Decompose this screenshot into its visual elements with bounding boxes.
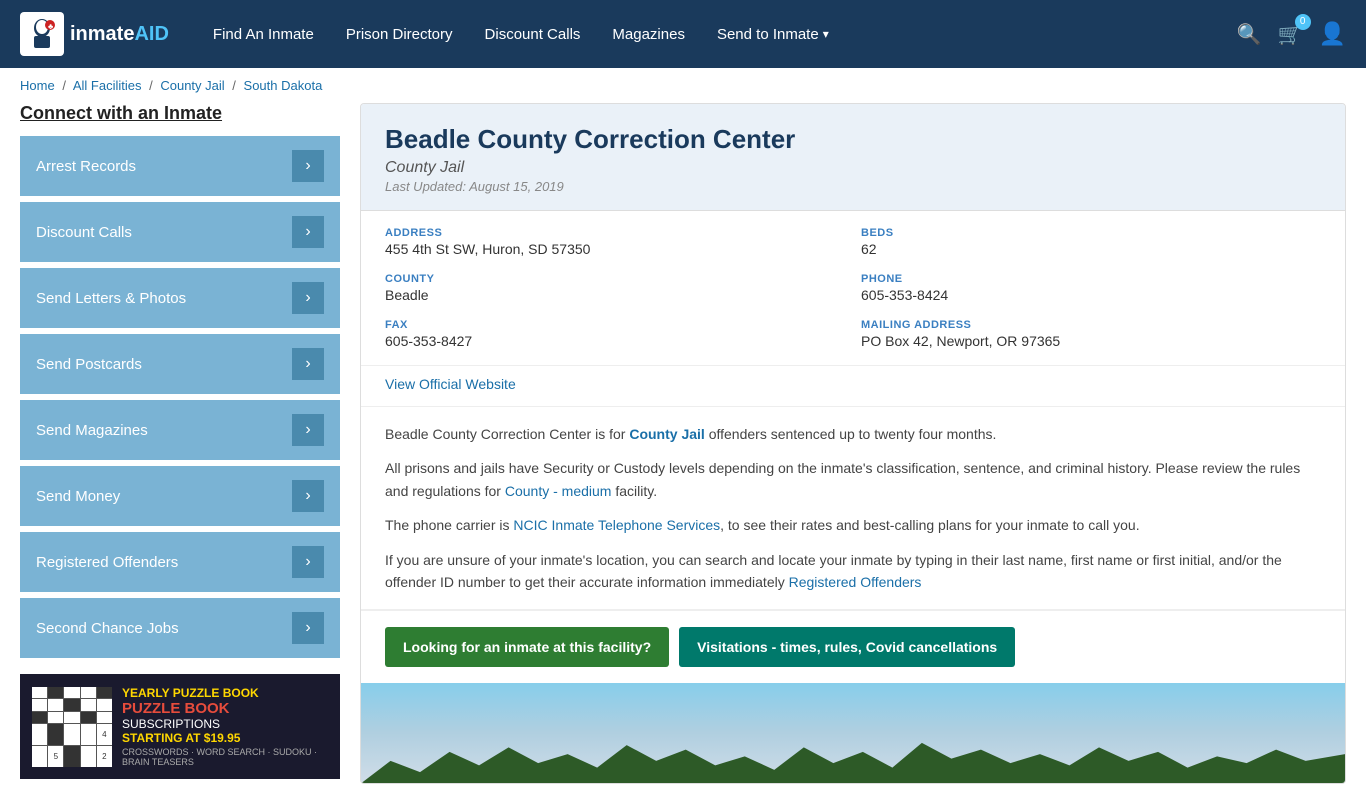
mailing-label: MAILING ADDRESS [861,319,1321,331]
phone-label: PHONE [861,273,1321,285]
nav-discount-calls[interactable]: Discount Calls [471,18,595,51]
arrow-icon: › [292,216,324,248]
main-content: Connect with an Inmate Arrest Records › … [0,103,1366,804]
content-header: Beadle County Correction Center County J… [361,104,1345,211]
logo-icon: ♣ [20,12,64,56]
sidebar-title: Connect with an Inmate [20,103,340,124]
breadcrumb-home[interactable]: Home [20,78,55,93]
desc-para-2: All prisons and jails have Security or C… [385,457,1321,502]
arrow-icon: › [292,348,324,380]
nav-send-to-inmate[interactable]: Send to Inmate ▾ [703,18,843,51]
facility-updated: Last Updated: August 15, 2019 [385,179,1321,194]
mailing-value: PO Box 42, Newport, OR 97365 [861,333,1321,349]
dropdown-arrow-icon: ▾ [823,27,829,41]
desc-para-1: Beadle County Correction Center is for C… [385,423,1321,445]
puzzle-grid: 4 52 [32,687,112,767]
view-website-link[interactable]: View Official Website [385,376,516,392]
ad-subscriptions: SUBSCRIPTIONS [122,717,328,731]
phone-value: 605-353-8424 [861,287,1321,303]
user-icon[interactable]: 👤 [1319,21,1346,47]
sidebar-item-send-letters[interactable]: Send Letters & Photos › [20,268,340,328]
cart-badge: 0 [1295,14,1311,30]
breadcrumb: Home / All Facilities / County Jail / So… [0,68,1366,103]
trees-silhouette [361,738,1345,783]
svg-text:♣: ♣ [48,22,54,31]
content-area: Beadle County Correction Center County J… [360,103,1346,784]
arrow-icon: › [292,612,324,644]
ncic-link[interactable]: NCIC Inmate Telephone Services [513,517,720,533]
breadcrumb-state[interactable]: South Dakota [244,78,323,93]
description-section: Beadle County Correction Center is for C… [361,407,1345,610]
sidebar: Connect with an Inmate Arrest Records › … [20,103,340,784]
county-jail-link[interactable]: County Jail [629,426,704,442]
beds-block: BEDS 62 [861,227,1321,257]
sidebar-item-registered-offenders[interactable]: Registered Offenders › [20,532,340,592]
ad-puzzle-book: PUZZLE BOOK [122,700,328,717]
fax-value: 605-353-8427 [385,333,845,349]
search-icon[interactable]: 🔍 [1237,22,1262,47]
arrow-icon: › [292,546,324,578]
address-label: ADDRESS [385,227,845,239]
county-value: Beadle [385,287,845,303]
mailing-block: MAILING ADDRESS PO Box 42, Newport, OR 9… [861,319,1321,349]
arrow-icon: › [292,150,324,182]
phone-block: PHONE 605-353-8424 [861,273,1321,303]
ad-starting: STARTING AT $19.95 [122,731,328,745]
website-section: View Official Website [361,366,1345,407]
beds-value: 62 [861,241,1321,257]
arrow-icon: › [292,414,324,446]
registered-offenders-link[interactable]: Registered Offenders [789,574,922,590]
header-actions: 🔍 🛒 0 👤 [1237,21,1346,47]
ad-types: CROSSWORDS · WORD SEARCH · SUDOKU · BRAI… [122,747,328,767]
address-value: 455 4th St SW, Huron, SD 57350 [385,241,845,257]
breadcrumb-county-jail[interactable]: County Jail [160,78,224,93]
facility-type: County Jail [385,159,1321,177]
logo-text: inmateAID [70,23,169,46]
sidebar-item-arrest-records[interactable]: Arrest Records › [20,136,340,196]
cart-icon[interactable]: 🛒 0 [1278,22,1303,47]
address-block: ADDRESS 455 4th St SW, Huron, SD 57350 [385,227,845,257]
main-nav: Find An Inmate Prison Directory Discount… [199,18,1217,51]
arrow-icon: › [292,282,324,314]
info-grid: ADDRESS 455 4th St SW, Huron, SD 57350 B… [361,211,1345,366]
nav-find-inmate[interactable]: Find An Inmate [199,18,328,51]
logo[interactable]: ♣ inmateAID [20,12,169,56]
fax-block: FAX 605-353-8427 [385,319,845,349]
find-inmate-btn[interactable]: Looking for an inmate at this facility? [385,627,669,667]
visitations-btn[interactable]: Visitations - times, rules, Covid cancel… [679,627,1015,667]
nav-prison-directory[interactable]: Prison Directory [332,18,467,51]
arrow-icon: › [292,480,324,512]
desc-para-4: If you are unsure of your inmate's locat… [385,549,1321,594]
ad-text: YEARLY PUZZLE BOOK PUZZLE BOOK SUBSCRIPT… [122,686,328,767]
sidebar-item-send-magazines[interactable]: Send Magazines › [20,400,340,460]
action-buttons: Looking for an inmate at this facility? … [361,610,1345,683]
sidebar-item-discount-calls[interactable]: Discount Calls › [20,202,340,262]
county-medium-link[interactable]: County - medium [505,483,612,499]
fax-label: FAX [385,319,845,331]
county-label: COUNTY [385,273,845,285]
site-header: ♣ inmateAID Find An Inmate Prison Direct… [0,0,1366,68]
nav-magazines[interactable]: Magazines [598,18,699,51]
facility-image [361,683,1345,783]
breadcrumb-all-facilities[interactable]: All Facilities [73,78,142,93]
desc-para-3: The phone carrier is NCIC Inmate Telepho… [385,514,1321,536]
sidebar-item-send-money[interactable]: Send Money › [20,466,340,526]
beds-label: BEDS [861,227,1321,239]
sidebar-item-second-chance-jobs[interactable]: Second Chance Jobs › [20,598,340,658]
sidebar-item-send-postcards[interactable]: Send Postcards › [20,334,340,394]
sidebar-ad[interactable]: 4 52 YEARLY PUZZLE BOOK PUZZLE BOOK SUBS… [20,674,340,779]
county-block: COUNTY Beadle [385,273,845,303]
ad-yearly: YEARLY PUZZLE BOOK [122,686,328,700]
facility-name: Beadle County Correction Center [385,124,1321,155]
